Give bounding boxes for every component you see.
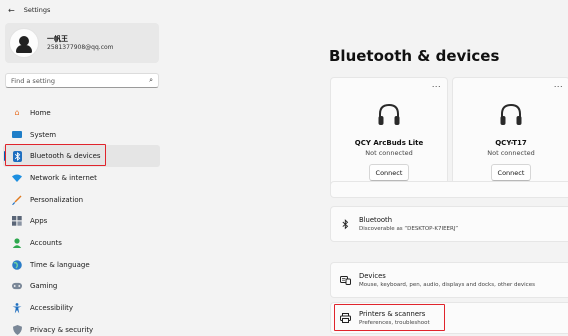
sidebar-item-system[interactable]: System xyxy=(3,124,160,146)
sidebar-item-time-language[interactable]: Time & language xyxy=(3,254,160,276)
sidebar-item-label: Apps xyxy=(30,217,48,226)
sidebar-item-home[interactable]: ⌂ Home xyxy=(3,102,160,124)
sidebar-item-label: Gaming xyxy=(30,282,58,291)
headphones-icon xyxy=(378,103,400,125)
printers-title: Printers & scanners xyxy=(359,309,426,318)
page-title: Bluetooth & devices xyxy=(329,47,500,65)
connect-button[interactable]: Connect xyxy=(369,164,409,181)
search-icon[interactable]: ⌕ xyxy=(149,76,153,85)
keyboard-icon xyxy=(331,275,359,285)
device-name: QCY-T17 xyxy=(495,139,527,147)
search-box[interactable]: ⌕ xyxy=(5,73,159,88)
window-title: Settings xyxy=(23,6,51,14)
shield-icon xyxy=(12,324,22,335)
bluetooth-row[interactable]: Bluetooth Discoverable as “DESKTOP-K7IEE… xyxy=(330,206,568,242)
sidebar-item-label: System xyxy=(30,130,57,139)
devices-subtitle: Mouse, keyboard, pen, audio, displays an… xyxy=(359,281,535,288)
sidebar-item-label: Network & internet xyxy=(30,173,97,182)
sidebar-item-label: Home xyxy=(30,108,51,117)
brush-icon xyxy=(12,195,22,205)
sidebar-item-accessibility[interactable]: Accessibility xyxy=(3,297,160,319)
sidebar-item-gaming[interactable]: Gaming xyxy=(3,276,160,298)
avatar-circle xyxy=(9,28,39,58)
devices-title: Devices xyxy=(359,271,386,280)
device-status: Not connected xyxy=(365,149,413,157)
device-status: Not connected xyxy=(487,149,535,157)
sidebar-item-privacy-security[interactable]: Privacy & security xyxy=(3,319,160,336)
bluetooth-title: Bluetooth xyxy=(359,215,392,224)
profile-card[interactable]: 一帆王 2581377908@qq.com xyxy=(5,23,159,63)
bluetooth-icon xyxy=(12,150,22,162)
sidebar-item-apps[interactable]: Apps xyxy=(3,210,160,232)
sidebar-item-bluetooth-devices[interactable]: Bluetooth & devices xyxy=(3,145,160,168)
sidebar-item-label: Privacy & security xyxy=(30,325,94,334)
wifi-icon xyxy=(12,173,22,183)
apps-icon xyxy=(12,216,22,226)
bluetooth-icon xyxy=(331,218,359,230)
device-name: QCY ArcBuds Lite xyxy=(354,139,424,147)
device-card[interactable]: ... QCY ArcBuds Lite Not connected Conne… xyxy=(330,77,448,189)
sidebar-item-network-internet[interactable]: Network & internet xyxy=(3,167,160,189)
sidebar-nav: ⌂ Home System Bluetooth & devices Networ… xyxy=(3,102,160,336)
gamepad-icon xyxy=(12,281,22,291)
accounts-icon xyxy=(12,238,22,248)
accessibility-icon xyxy=(12,302,22,314)
more-options-button[interactable]: ... xyxy=(554,80,563,89)
device-card[interactable]: ... QCY-T17 Not connected Connect xyxy=(452,77,568,189)
globe-icon xyxy=(12,259,22,270)
main-content: Bluetooth & devices ... QCY ArcBuds Lite… xyxy=(168,20,568,336)
home-icon: ⌂ xyxy=(14,107,20,117)
search-input[interactable] xyxy=(11,76,150,85)
sidebar-item-label: Bluetooth & devices xyxy=(30,152,101,161)
title-bar: ← Settings xyxy=(0,0,568,20)
sidebar-item-accounts[interactable]: Accounts xyxy=(3,232,160,254)
profile-name: 一帆王 xyxy=(47,34,68,43)
connect-button[interactable]: Connect xyxy=(491,164,531,181)
sidebar-item-personalization[interactable]: Personalization xyxy=(3,189,160,211)
printers-subtitle: Preferences, troubleshoot xyxy=(359,319,430,326)
more-options-button[interactable]: ... xyxy=(432,80,441,89)
headphones-icon xyxy=(500,103,522,125)
bluetooth-subtitle: Discoverable as “DESKTOP-K7IEERJ” xyxy=(359,225,459,232)
sidebar-item-label: Time & language xyxy=(30,260,90,269)
add-device-card[interactable] xyxy=(330,181,568,198)
devices-row[interactable]: Devices Mouse, keyboard, pen, audio, dis… xyxy=(330,262,568,298)
sidebar-item-label: Accounts xyxy=(30,238,62,247)
profile-email: 2581377908@qq.com xyxy=(47,43,114,51)
sidebar-item-label: Personalization xyxy=(30,195,84,204)
sidebar: 一帆王 2581377908@qq.com ⌕ ⌂ Home System Bl… xyxy=(0,20,168,336)
printers-scanners-row[interactable]: Printers & scanners Preferences, trouble… xyxy=(330,302,568,334)
back-button[interactable]: ← xyxy=(8,6,15,15)
sidebar-item-label: Accessibility xyxy=(30,304,74,313)
avatar xyxy=(9,28,39,58)
printer-icon xyxy=(331,313,359,323)
system-icon xyxy=(12,130,22,140)
